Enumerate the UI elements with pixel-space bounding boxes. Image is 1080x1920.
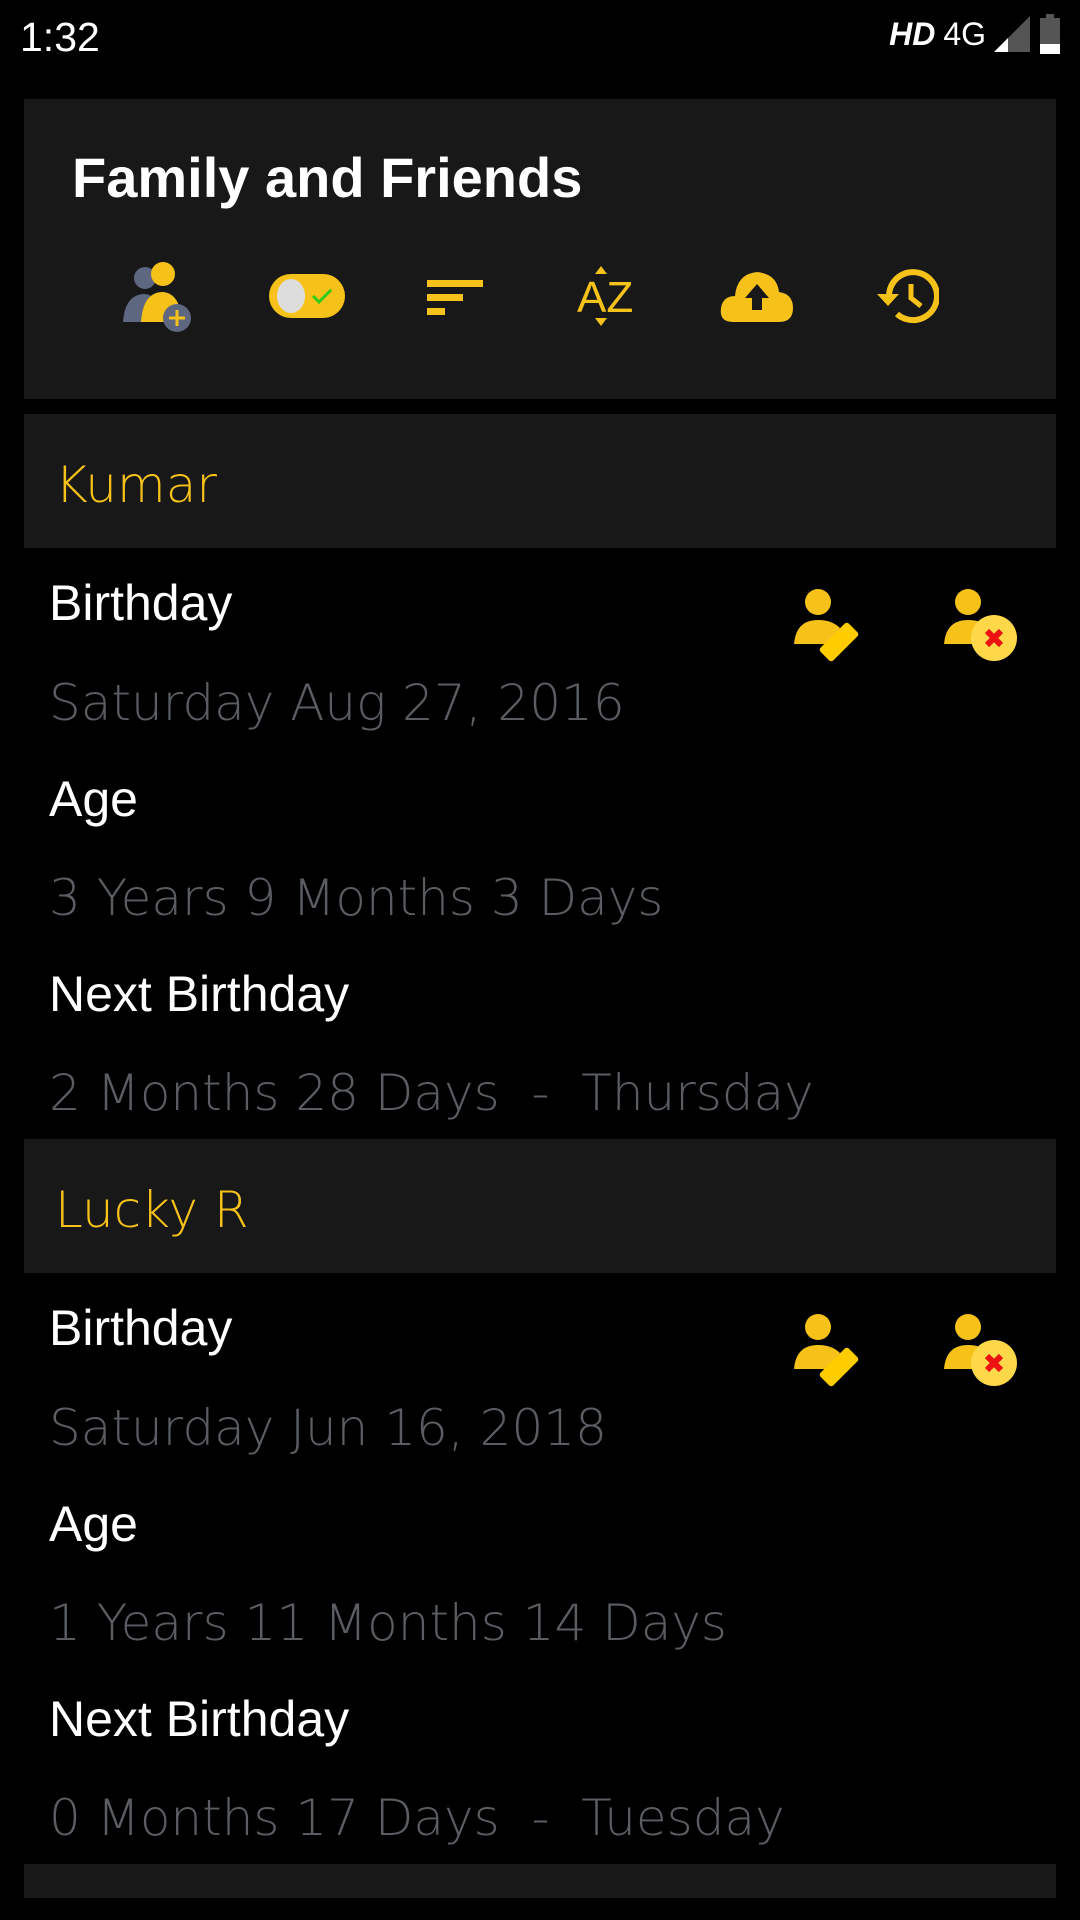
status-right: HD 4G xyxy=(889,14,1062,54)
edit-person-icon xyxy=(794,589,859,662)
cloud-upload-icon xyxy=(720,272,793,322)
add-group-icon xyxy=(123,262,191,332)
age-value: 3 Years 9 Months 3 Days xyxy=(49,869,664,927)
history-icon xyxy=(877,269,939,324)
status-time: 1:32 xyxy=(20,14,100,60)
person-header: Lucky R xyxy=(24,1139,1056,1273)
hd-indicator: HD xyxy=(889,15,936,52)
status-bar: 1:32 HD 4G xyxy=(0,0,1080,80)
sort-icon xyxy=(427,280,483,315)
person-header: Kumar xyxy=(24,414,1056,548)
edit-person-icon xyxy=(794,1314,859,1387)
edit-person-button[interactable] xyxy=(788,582,874,668)
next-birthday-value: 2 Months 28 Days - Thursday xyxy=(49,1064,814,1122)
toggle-button[interactable] xyxy=(262,251,352,341)
add-contact-button[interactable] xyxy=(110,251,200,341)
delete-person-button[interactable] xyxy=(938,582,1024,668)
age-label: Age xyxy=(49,1496,138,1552)
next-person-header-partial xyxy=(24,1864,1056,1898)
age-value: 1 Years 11 Months 14 Days xyxy=(49,1594,727,1652)
sort-alpha-button[interactable]: AZ xyxy=(562,251,652,341)
next-birthday-label: Next Birthday xyxy=(49,966,350,1022)
next-birthday-value: 0 Months 17 Days - Tuesday xyxy=(49,1789,785,1847)
birthday-value: Saturday Aug 27, 2016 xyxy=(49,674,625,732)
battery-icon xyxy=(1040,14,1060,54)
network-type: 4G xyxy=(943,15,986,52)
backup-button[interactable] xyxy=(712,251,802,341)
birthday-label: Birthday xyxy=(49,575,233,631)
sort-az-icon: AZ xyxy=(577,266,633,326)
delete-person-icon xyxy=(944,589,1017,661)
age-label: Age xyxy=(49,771,138,827)
sort-button[interactable] xyxy=(412,251,502,341)
person-name: Kumar xyxy=(55,456,217,514)
birthday-label: Birthday xyxy=(49,1300,233,1356)
signal-icon xyxy=(994,16,1030,52)
svg-text:AZ: AZ xyxy=(577,273,633,322)
toolbar: AZ xyxy=(72,251,972,341)
restore-button[interactable] xyxy=(862,251,952,341)
page-title: Family and Friends xyxy=(72,146,583,209)
header-panel: Family and Friends AZ xyxy=(24,99,1056,399)
delete-person-icon xyxy=(944,1314,1017,1386)
birthday-value: Saturday Jun 16, 2018 xyxy=(49,1399,607,1457)
next-birthday-label: Next Birthday xyxy=(49,1691,350,1747)
delete-person-button[interactable] xyxy=(938,1307,1024,1393)
edit-person-button[interactable] xyxy=(788,1307,874,1393)
person-name: Lucky R xyxy=(55,1181,249,1239)
toggle-icon xyxy=(269,274,345,318)
